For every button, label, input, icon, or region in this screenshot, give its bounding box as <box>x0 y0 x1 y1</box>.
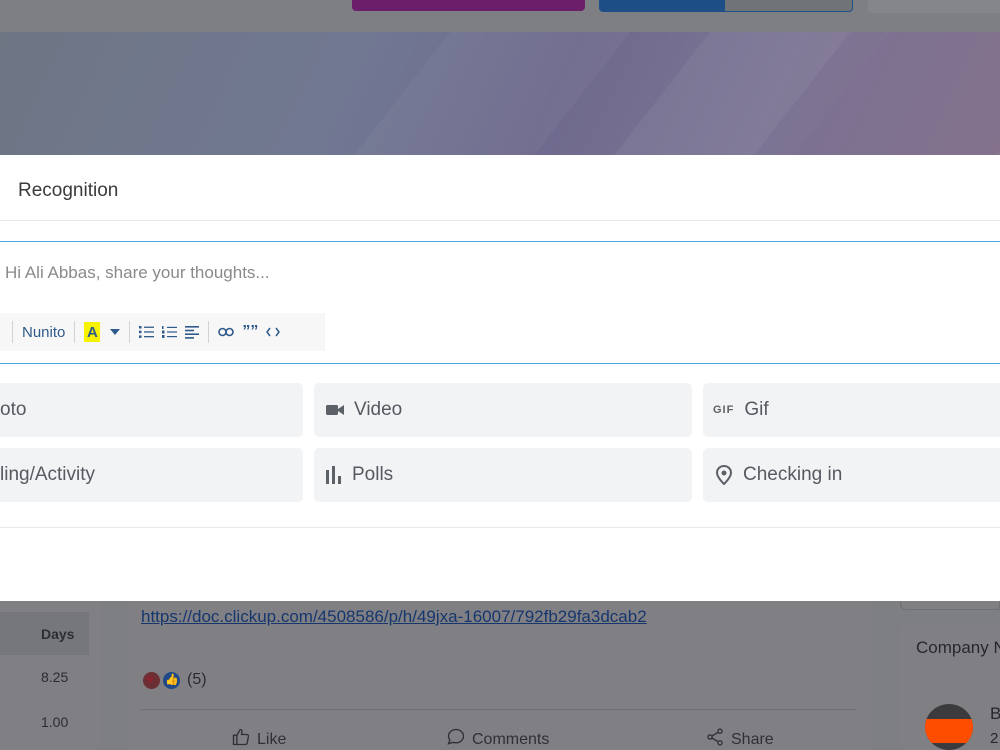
days-value: 8.25 <box>41 669 69 685</box>
reaction-count: (5) <box>187 671 207 688</box>
redaction-box <box>925 719 973 743</box>
gif-option[interactable]: GIF Gif <box>703 383 1000 437</box>
bullet-list-icon[interactable] <box>135 320 158 344</box>
location-pin-icon <box>715 465 733 485</box>
photo-option[interactable]: oto <box>0 383 303 437</box>
polls-option[interactable]: Polls <box>314 448 692 502</box>
align-left-icon[interactable] <box>181 320 203 344</box>
share-label: Share <box>731 730 774 748</box>
video-option[interactable]: Video <box>314 383 692 437</box>
code-icon[interactable] <box>262 320 284 344</box>
company-card-title: Company N <box>916 638 1000 657</box>
photo-option-label: oto <box>0 399 27 420</box>
cover-banner <box>0 32 1000 156</box>
toolbar-separator <box>74 321 76 343</box>
comment-bubble-icon <box>446 727 466 750</box>
top-purple-button[interactable] <box>352 0 585 11</box>
video-camera-icon <box>326 404 344 416</box>
company-item-name: B <box>990 704 1000 723</box>
comments-label: Comments <box>472 730 550 748</box>
video-option-label: Video <box>354 399 403 420</box>
post-divider <box>141 709 857 710</box>
feeling-activity-option-label: ling/Activity <box>0 464 96 485</box>
comments-button[interactable]: Comments <box>446 727 549 750</box>
modal-title: Recognition <box>18 180 119 201</box>
share-button[interactable]: Share <box>705 727 774 750</box>
checking-in-option[interactable]: Checking in <box>703 448 1000 502</box>
modal-header-divider <box>0 220 1000 221</box>
avatar[interactable] <box>925 704 973 750</box>
top-grey-button[interactable] <box>868 0 1000 13</box>
top-toggle-button[interactable] <box>599 0 853 12</box>
modal-footer-divider <box>0 527 1000 528</box>
feeling-activity-option[interactable]: ling/Activity <box>0 448 303 502</box>
recognition-modal: Recognition Hi Ali Abbas, share your tho… <box>0 155 1000 601</box>
polls-option-label: Polls <box>352 464 394 485</box>
share-icon <box>705 727 725 750</box>
like-reaction-icon <box>161 670 182 691</box>
quote-icon[interactable]: ”” <box>238 320 262 344</box>
like-label: Like <box>257 730 287 748</box>
font-family-select[interactable]: Nunito <box>18 324 69 341</box>
poll-chart-icon <box>326 466 342 484</box>
highlight-color-button[interactable]: A <box>84 322 101 342</box>
days-column-header: Days <box>41 626 75 642</box>
gif-option-label: Gif <box>744 399 769 420</box>
toolbar-separator <box>12 321 13 343</box>
like-button[interactable]: Like <box>231 727 286 750</box>
days-value: 1.00 <box>41 714 69 730</box>
post-link[interactable]: https://doc.clickup.com/4508586/p/h/49jx… <box>141 607 647 627</box>
toolbar-separator <box>129 321 131 343</box>
post-editor[interactable]: Hi Ali Abbas, share your thoughts... Nun… <box>0 241 1000 364</box>
thumbs-up-icon <box>231 727 251 750</box>
company-item-meta: 2 <box>990 730 999 747</box>
editor-toolbar: Nunito A ”” <box>0 313 325 351</box>
gif-icon: GIF <box>713 404 735 416</box>
numbered-list-icon[interactable] <box>158 320 181 344</box>
heart-reaction-icon <box>141 670 162 691</box>
editor-placeholder[interactable]: Hi Ali Abbas, share your thoughts... <box>5 263 270 283</box>
caret-down-icon[interactable] <box>106 320 124 344</box>
checking-in-option-label: Checking in <box>743 464 843 485</box>
toolbar-separator <box>208 321 210 343</box>
link-icon[interactable] <box>214 320 238 344</box>
